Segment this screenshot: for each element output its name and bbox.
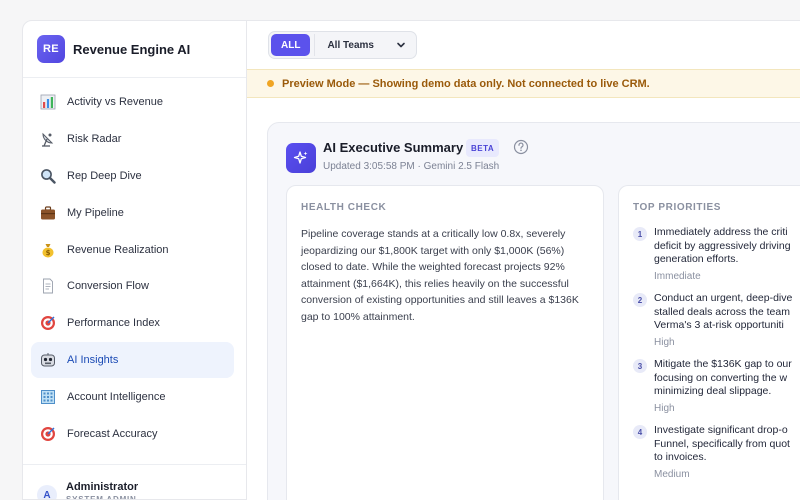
sidebar-item-performance-index[interactable]: Performance Index	[31, 305, 234, 342]
health-check-panel: HEALTH CHECK Pipeline coverage stands at…	[286, 185, 604, 500]
priority-item: 4 Investigate significant drop-o Funnel,…	[633, 424, 800, 480]
sidebar-item-label: Revenue Realization	[67, 243, 169, 256]
sidebar-item-label: My Pipeline	[67, 206, 124, 219]
summary-title: AI Executive Summary	[323, 140, 464, 155]
sidebar: RE Revenue Engine AI Activity vs Revenue…	[22, 20, 247, 500]
sidebar-item-conversion-flow[interactable]: Conversion Flow	[31, 268, 234, 305]
building-icon	[39, 388, 57, 406]
priority-line: Investigate significant drop-o	[654, 424, 788, 436]
priority-line: generation efforts.	[654, 253, 739, 265]
priority-level: Medium	[654, 468, 690, 480]
sidebar-item-label: Risk Radar	[67, 133, 122, 146]
priority-line: Funnel, specifically from quot	[654, 437, 790, 450]
warning-dot-icon	[267, 80, 274, 87]
priority-line: stalled deals across the team	[654, 305, 790, 318]
sparkles-icon	[286, 143, 316, 173]
sidebar-item-account-intelligence[interactable]: Account Intelligence	[31, 378, 234, 415]
briefcase-icon	[39, 204, 57, 222]
bar-chart-icon	[39, 93, 57, 111]
priority-item: 3 Mitigate the $136K gap to our focusing…	[633, 358, 800, 414]
preview-banner: Preview Mode — Showing demo data only. N…	[247, 69, 800, 98]
priority-item: 2 Conduct an urgent, deep-dive stalled d…	[633, 292, 800, 348]
priority-line: Conduct an urgent, deep-dive	[654, 292, 793, 304]
user-role: SYSTEM ADMIN	[66, 495, 137, 500]
priority-level: Immediate	[654, 270, 701, 282]
sidebar-item-label: AI Insights	[67, 353, 119, 366]
health-check-heading: HEALTH CHECK	[301, 202, 387, 213]
topbar: ALL All Teams	[247, 21, 800, 69]
team-filter: ALL All Teams	[268, 31, 417, 59]
banner-text: Preview Mode — Showing demo data only. N…	[282, 77, 650, 90]
sidebar-item-label: Activity vs Revenue	[67, 96, 163, 109]
priority-line: focusing on converting the w	[654, 371, 788, 384]
ai-summary-card: AI Executive Summary BETA Updated 3:05:5…	[267, 122, 800, 500]
user-profile[interactable]: A Administrator SYSTEM ADMIN	[23, 464, 246, 500]
priority-number: 1	[633, 227, 647, 241]
priority-line: Immediately address the criti	[654, 226, 788, 238]
sidebar-nav: Activity vs Revenue Risk Radar Rep Deep …	[23, 78, 246, 452]
satellite-dish-icon	[39, 130, 57, 148]
sidebar-item-rep-deep-dive[interactable]: Rep Deep Dive	[31, 158, 234, 195]
sidebar-item-label: Account Intelligence	[67, 390, 166, 403]
sidebar-item-label: Conversion Flow	[67, 280, 149, 293]
sidebar-item-label: Forecast Accuracy	[67, 427, 158, 440]
priority-line: to invoices.	[654, 451, 707, 463]
svg-text:$: $	[46, 249, 51, 257]
robot-icon	[39, 351, 57, 369]
target-icon	[39, 314, 57, 332]
target-icon	[39, 425, 57, 443]
sidebar-item-forecast-accuracy[interactable]: Forecast Accuracy	[31, 415, 234, 452]
sidebar-item-risk-radar[interactable]: Risk Radar	[31, 121, 234, 158]
priority-line: Verma's 3 at-risk opportuniti	[654, 319, 784, 331]
priority-number: 3	[633, 359, 647, 373]
sidebar-item-label: Rep Deep Dive	[67, 169, 142, 182]
brand-name: Revenue Engine AI	[73, 41, 191, 57]
priority-number: 2	[633, 293, 647, 307]
brand-logo: RE	[37, 35, 65, 63]
beta-badge: BETA	[466, 139, 500, 157]
user-name: Administrator	[66, 481, 139, 493]
help-icon[interactable]	[513, 139, 529, 160]
document-icon	[39, 277, 57, 295]
priority-line: Mitigate the $136K gap to our	[654, 358, 792, 370]
top-priorities-panel: TOP PRIORITIES 1 Immediately address the…	[618, 185, 800, 500]
top-priorities-heading: TOP PRIORITIES	[633, 202, 722, 213]
sidebar-item-revenue-realization[interactable]: $ Revenue Realization	[31, 231, 234, 268]
team-select[interactable]: All Teams	[314, 34, 414, 56]
avatar: A	[37, 485, 57, 499]
main-content: ALL All Teams Preview Mode — Showing dem…	[247, 20, 800, 500]
priority-level: High	[654, 402, 675, 414]
priority-line: deficit by aggressively driving	[654, 239, 791, 252]
priority-line: minimizing deal slippage.	[654, 385, 772, 397]
sidebar-item-activity-vs-revenue[interactable]: Activity vs Revenue	[31, 84, 234, 121]
health-check-text: Pipeline coverage stands at a critically…	[301, 228, 579, 323]
priority-item: 1 Immediately address the criti deficit …	[633, 226, 800, 282]
sidebar-item-label: Performance Index	[67, 317, 160, 330]
brand[interactable]: RE Revenue Engine AI	[23, 21, 246, 78]
sidebar-item-my-pipeline[interactable]: My Pipeline	[31, 194, 234, 231]
chevron-down-icon	[397, 42, 405, 48]
summary-updated: Updated 3:05:58 PM · Gemini 2.5 Flash	[323, 161, 500, 172]
sidebar-item-ai-insights[interactable]: AI Insights	[31, 341, 234, 379]
money-bag-icon: $	[39, 241, 57, 259]
team-select-value: All Teams	[327, 39, 374, 51]
priority-number: 4	[633, 425, 647, 439]
priority-level: High	[654, 336, 675, 348]
magnifier-icon	[39, 167, 57, 185]
all-button[interactable]: ALL	[271, 34, 311, 56]
